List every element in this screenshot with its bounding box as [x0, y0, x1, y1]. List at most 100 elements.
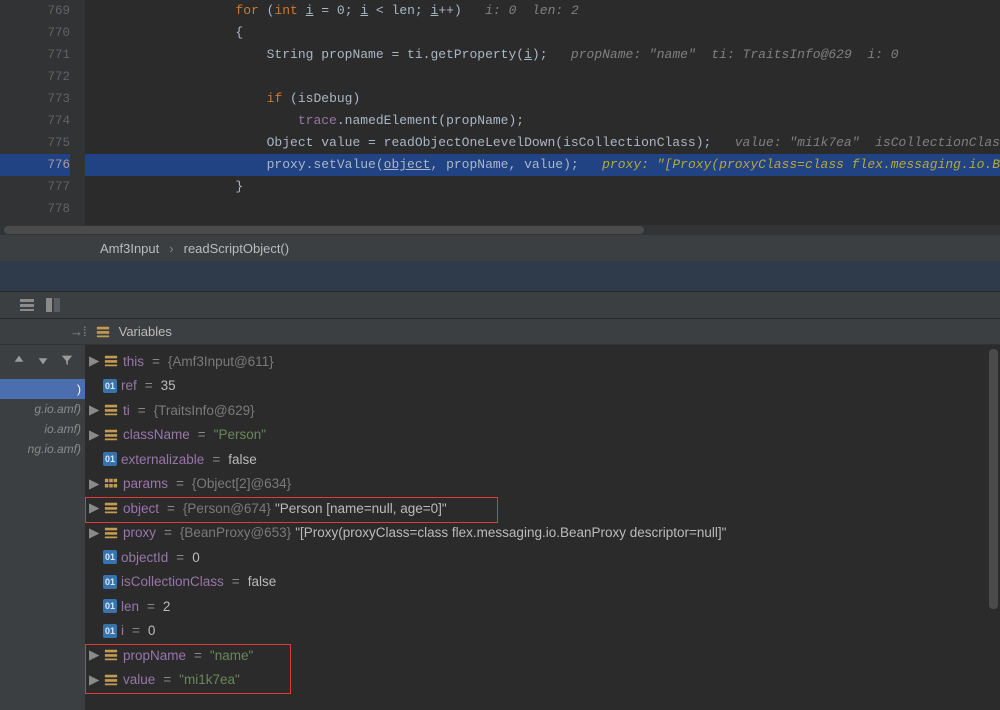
primitive-icon: 01	[103, 550, 117, 564]
restore-layout-icon[interactable]: →⁞	[70, 324, 87, 339]
primitive-icon: 01	[103, 452, 117, 466]
debug-panel: )g.io.amf)io.amf)ng.io.amf) ▶ this = {Amf3…	[0, 345, 1000, 710]
variable-row[interactable]: ▶ ti = {TraitsInfo@629}	[89, 398, 1000, 423]
breadcrumb: Amf3Input › readScriptObject()	[0, 235, 1000, 261]
variable-row[interactable]: ▶01 len=2	[89, 594, 1000, 619]
equals-sign: =	[143, 599, 159, 614]
equals-sign: =	[208, 452, 224, 467]
variable-name: i	[121, 623, 124, 638]
variable-ref: {TraitsInfo@629}	[154, 403, 255, 418]
debug-toolbar	[0, 291, 1000, 319]
object-icon	[103, 427, 119, 443]
code-area[interactable]: for (int i = 0; i < len; i++) i: 0 len: …	[85, 0, 1000, 225]
frame-item[interactable]: )	[0, 379, 85, 399]
variables-tree[interactable]: ▶ this={Amf3Input@611} ▶01 ref=35▶ ti={T…	[85, 345, 1000, 710]
breadcrumb-method[interactable]: readScriptObject()	[184, 241, 289, 256]
variable-row[interactable]: ▶01 objectId=0	[89, 545, 1000, 570]
variable-name: value	[123, 672, 155, 687]
variable-row[interactable]: ▶ propName = "name"	[89, 643, 1000, 668]
variable-value: 0	[148, 623, 156, 638]
variable-value: false	[248, 574, 277, 589]
variables-header: →⁞ Variables	[0, 319, 1000, 345]
expand-arrow-icon[interactable]: ▶	[89, 525, 99, 541]
variable-ref: {Person@674}	[183, 501, 271, 516]
filter-icon[interactable]	[60, 353, 74, 370]
equals-sign: =	[194, 427, 210, 442]
variable-name: objectId	[121, 550, 168, 565]
breadcrumb-class[interactable]: Amf3Input	[100, 241, 159, 256]
variable-name: len	[121, 599, 139, 614]
variable-value: 2	[163, 599, 171, 614]
variable-row[interactable]: ▶01 isCollectionClass=false	[89, 570, 1000, 595]
variable-row[interactable]: ▶ this = {Amf3Input@611}	[89, 349, 1000, 374]
variable-row[interactable]: ▶ params={Object[2]@634}	[89, 472, 1000, 497]
variables-icon	[95, 324, 111, 340]
line-gutter: 769770771772773774775776777778	[0, 0, 85, 225]
layout-stack-icon[interactable]	[44, 296, 62, 314]
variable-row[interactable]: ▶ value = "mi1k7ea"	[89, 668, 1000, 693]
equals-sign: =	[172, 476, 188, 491]
frame-item[interactable]: io.amf)	[0, 419, 85, 439]
frames-list[interactable]: )g.io.amf)io.amf)ng.io.amf)	[0, 379, 85, 459]
variable-row[interactable]: ▶ className="Person"	[89, 423, 1000, 448]
equals-sign: =	[141, 378, 157, 393]
object-icon	[103, 500, 119, 516]
equals-sign: =	[148, 354, 164, 369]
expand-arrow-icon[interactable]: ▶	[89, 672, 99, 688]
variable-name: externalizable	[121, 452, 204, 467]
variable-value: false	[228, 452, 257, 467]
variable-row[interactable]: ▶01 ref=35	[89, 374, 1000, 399]
primitive-icon: 01	[103, 575, 117, 589]
equals-sign: =	[163, 501, 179, 516]
variable-row[interactable]: ▶01 i=0	[89, 619, 1000, 644]
variable-name: object	[123, 501, 159, 516]
variable-name: isCollectionClass	[121, 574, 224, 589]
variable-value: 0	[192, 550, 200, 565]
variable-value: "mi1k7ea"	[179, 672, 240, 687]
expand-arrow-icon[interactable]: ▶	[89, 476, 99, 492]
chevron-right-icon: ›	[169, 241, 173, 256]
object-icon	[103, 525, 119, 541]
variable-row[interactable]: ▶ proxy={BeanProxy@653} "[Proxy(proxyCla…	[89, 521, 1000, 546]
equals-sign: =	[159, 672, 175, 687]
equals-sign: =	[128, 623, 144, 638]
panel-gap	[0, 261, 1000, 291]
variable-row[interactable]: ▶ object={Person@674} "Person [name=null…	[89, 496, 1000, 521]
object-icon	[103, 353, 119, 369]
primitive-icon: 01	[103, 599, 117, 613]
variable-ref: {BeanProxy@653}	[180, 525, 291, 540]
arrow-up-icon[interactable]	[12, 353, 26, 370]
object-icon	[103, 402, 119, 418]
editor-horizontal-scrollbar[interactable]	[0, 225, 1000, 235]
variable-name: this	[123, 354, 144, 369]
object-icon	[103, 647, 119, 663]
expand-arrow-icon[interactable]: ▶	[89, 500, 99, 516]
variable-row[interactable]: ▶01 externalizable=false	[89, 447, 1000, 472]
layout-grid-icon[interactable]	[18, 296, 36, 314]
frame-item[interactable]: g.io.amf)	[0, 399, 85, 419]
array-icon	[103, 476, 119, 492]
equals-sign: =	[160, 525, 176, 540]
frame-item[interactable]: ng.io.amf)	[0, 439, 85, 459]
scrollbar-thumb[interactable]	[4, 226, 644, 234]
expand-arrow-icon[interactable]: ▶	[89, 353, 99, 369]
variable-ref: {Object[2]@634}	[192, 476, 291, 491]
expand-arrow-icon[interactable]: ▶	[89, 427, 99, 443]
primitive-icon: 01	[103, 624, 117, 638]
variable-name: ti	[123, 403, 130, 418]
variable-value: "name"	[210, 648, 253, 663]
arrow-down-icon[interactable]	[36, 353, 50, 370]
expand-arrow-icon[interactable]: ▶	[89, 647, 99, 663]
equals-sign: =	[172, 550, 188, 565]
variable-name: propName	[123, 648, 186, 663]
variables-title: Variables	[119, 324, 172, 339]
equals-sign: =	[134, 403, 150, 418]
variable-value: 35	[161, 378, 176, 393]
frames-toolbar	[0, 353, 85, 370]
equals-sign: =	[190, 648, 206, 663]
expand-arrow-icon[interactable]: ▶	[89, 402, 99, 418]
variable-ref: {Amf3Input@611}	[168, 354, 274, 369]
code-editor[interactable]: 769770771772773774775776777778 for (int …	[0, 0, 1000, 225]
variable-value: "[Proxy(proxyClass=class flex.messaging.…	[295, 525, 726, 540]
variable-value: "Person"	[214, 427, 266, 442]
